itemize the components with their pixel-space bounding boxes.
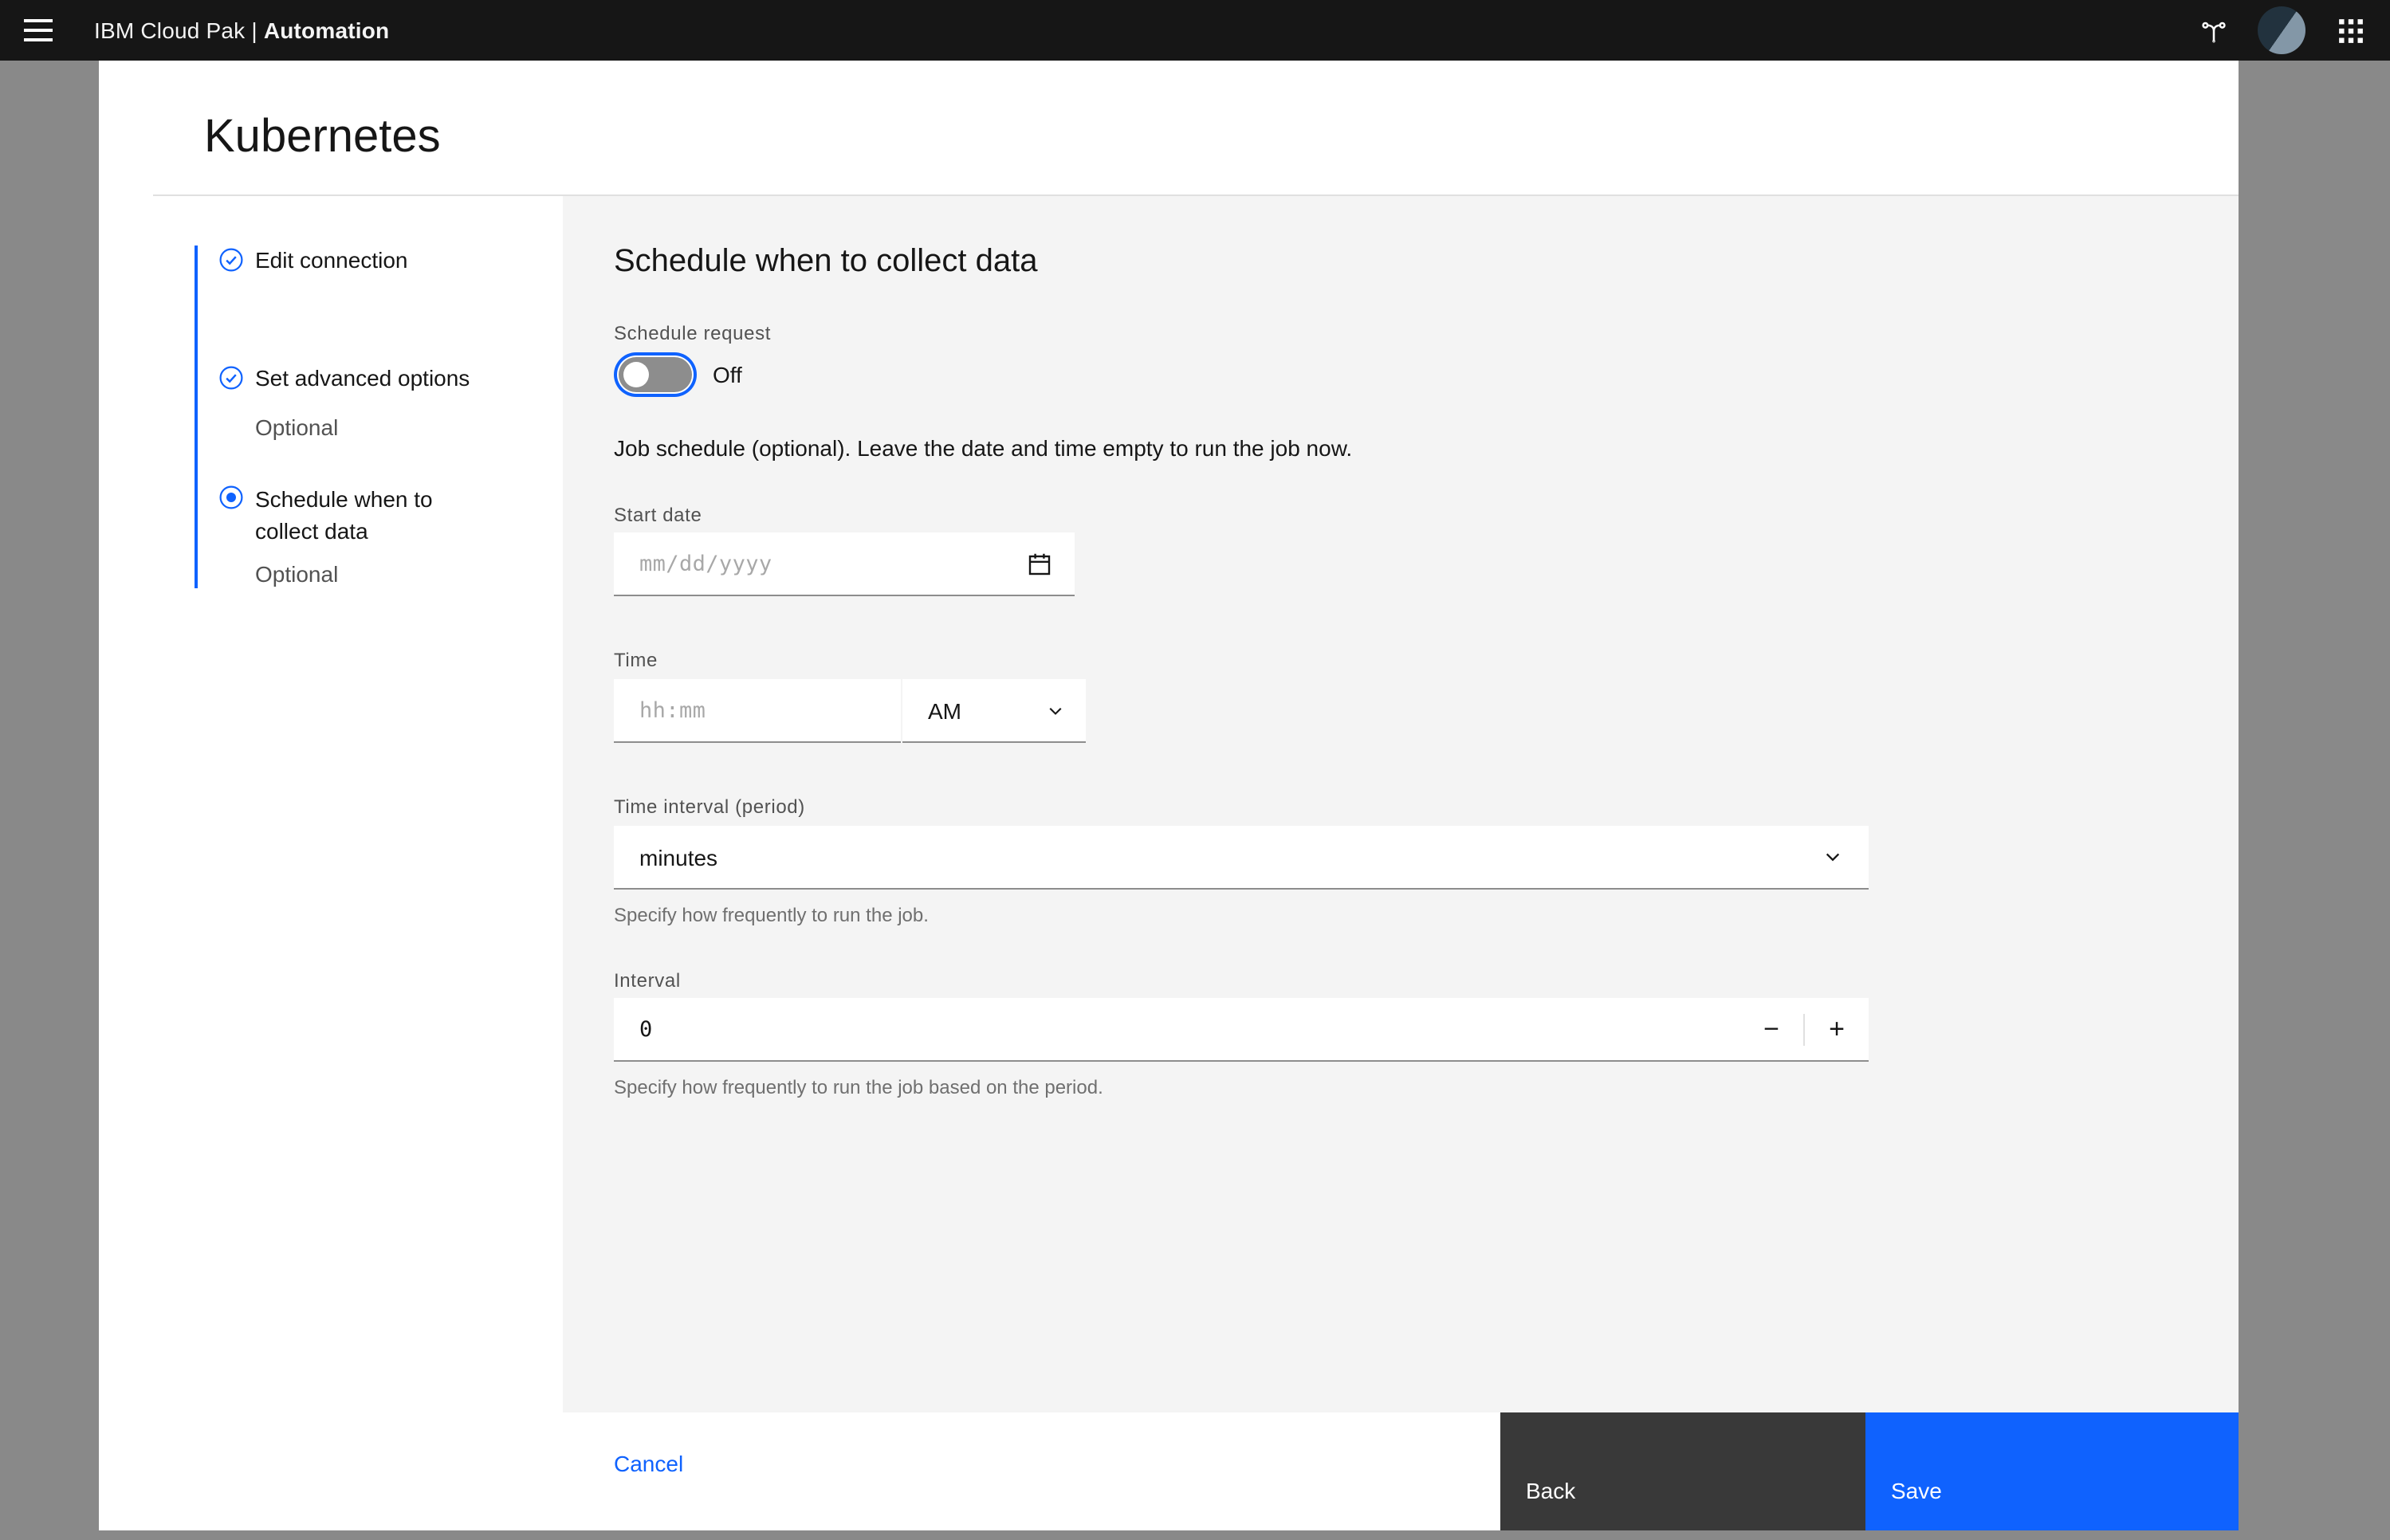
form-heading: Schedule when to collect data: [614, 244, 1038, 279]
step-edit-connection[interactable]: Edit connection: [218, 246, 563, 274]
top-header: IBM Cloud Pak | Automation: [0, 0, 2390, 61]
step-set-advanced-options[interactable]: Set advanced options Optional: [218, 363, 563, 442]
meridiem-value: AM: [928, 697, 961, 723]
modal-footer: Cancel Back Save: [99, 1412, 2239, 1530]
schedule-request-label: Schedule request: [614, 322, 772, 344]
step-complete-icon: [219, 248, 243, 272]
fork-button[interactable]: [2176, 0, 2250, 61]
fork-icon: [2201, 21, 2225, 42]
avatar-button[interactable]: [2250, 0, 2313, 61]
time-input[interactable]: [614, 679, 901, 743]
time-label: Time: [614, 649, 658, 671]
start-date-input[interactable]: [614, 532, 1075, 596]
schedule-form: Schedule when to collect data Schedule r…: [563, 196, 2239, 1412]
chevron-down-icon: [1826, 853, 1840, 862]
meridiem-select[interactable]: AM: [902, 679, 1086, 743]
step-label: Set advanced options: [255, 365, 470, 391]
toggle-state-label: Off: [713, 362, 742, 387]
step-complete-icon: [219, 366, 243, 390]
header-actions: [2176, 0, 2387, 61]
header-brand: IBM Cloud Pak | Automation: [94, 18, 389, 43]
start-date-label: Start date: [614, 504, 702, 526]
step-current-icon: [219, 485, 243, 509]
calendar-icon: [1028, 553, 1051, 576]
header-brand-product: Automation: [263, 18, 390, 43]
step-optional-label: Optional: [255, 561, 339, 587]
job-schedule-description: Job schedule (optional). Leave the date …: [614, 435, 1353, 461]
modal-header: Kubernetes: [99, 61, 2239, 194]
step-text: Schedule when to collect data Optional: [255, 483, 478, 588]
progress-sidebar: Edit connection Set advanced options Opt…: [153, 196, 563, 1412]
back-button[interactable]: Back: [1500, 1412, 1865, 1530]
hamburger-menu-button[interactable]: [0, 0, 77, 61]
step-text: Edit connection: [255, 246, 407, 274]
footer-left: Cancel: [99, 1412, 1500, 1530]
header-brand-text: IBM Cloud Pak |: [94, 18, 257, 43]
screen: IBM Cloud Pak | Automation Kubernetes Ed…: [0, 0, 2390, 1540]
step-optional-label: Optional: [255, 414, 339, 440]
app-switcher-button[interactable]: [2313, 0, 2387, 61]
progress-steps: Edit connection Set advanced options Opt…: [195, 246, 563, 588]
decrement-button[interactable]: −: [1739, 998, 1803, 1060]
period-value: minutes: [639, 844, 718, 870]
chevron-down-icon: [1049, 706, 1062, 714]
schedule-request-toggle-row: Off: [614, 356, 2239, 394]
interval-value-input[interactable]: [614, 998, 1739, 1060]
interval-number-input: − +: [614, 998, 1869, 1062]
step-label: Edit connection: [255, 247, 408, 273]
modal-body: Edit connection Set advanced options Opt…: [153, 194, 2239, 1412]
app-switcher-icon: [2338, 18, 2362, 42]
interval-helper-text: Specify how frequently to run the job ba…: [614, 1076, 1103, 1098]
time-field: AM: [614, 679, 1086, 743]
connection-wizard-modal: Kubernetes Edit connection Set advanced …: [99, 61, 2239, 1530]
start-date-field: [614, 532, 1075, 596]
period-helper-text: Specify how frequently to run the job.: [614, 904, 929, 926]
time-interval-period-label: Time interval (period): [614, 796, 805, 818]
hamburger-icon: [24, 19, 53, 41]
save-button[interactable]: Save: [1865, 1412, 2239, 1530]
step-label: Schedule when to collect data: [255, 486, 433, 544]
increment-button[interactable]: +: [1805, 998, 1869, 1060]
page-title: Kubernetes: [204, 112, 441, 163]
interval-label: Interval: [614, 969, 681, 992]
step-schedule-collect-data[interactable]: Schedule when to collect data Optional: [218, 483, 563, 588]
period-dropdown[interactable]: minutes: [614, 826, 1869, 890]
step-text: Set advanced options Optional: [255, 363, 470, 442]
cancel-button[interactable]: Cancel: [614, 1451, 683, 1476]
schedule-request-toggle[interactable]: [619, 357, 692, 392]
calendar-button[interactable]: [1017, 542, 1062, 587]
avatar: [2258, 6, 2305, 54]
